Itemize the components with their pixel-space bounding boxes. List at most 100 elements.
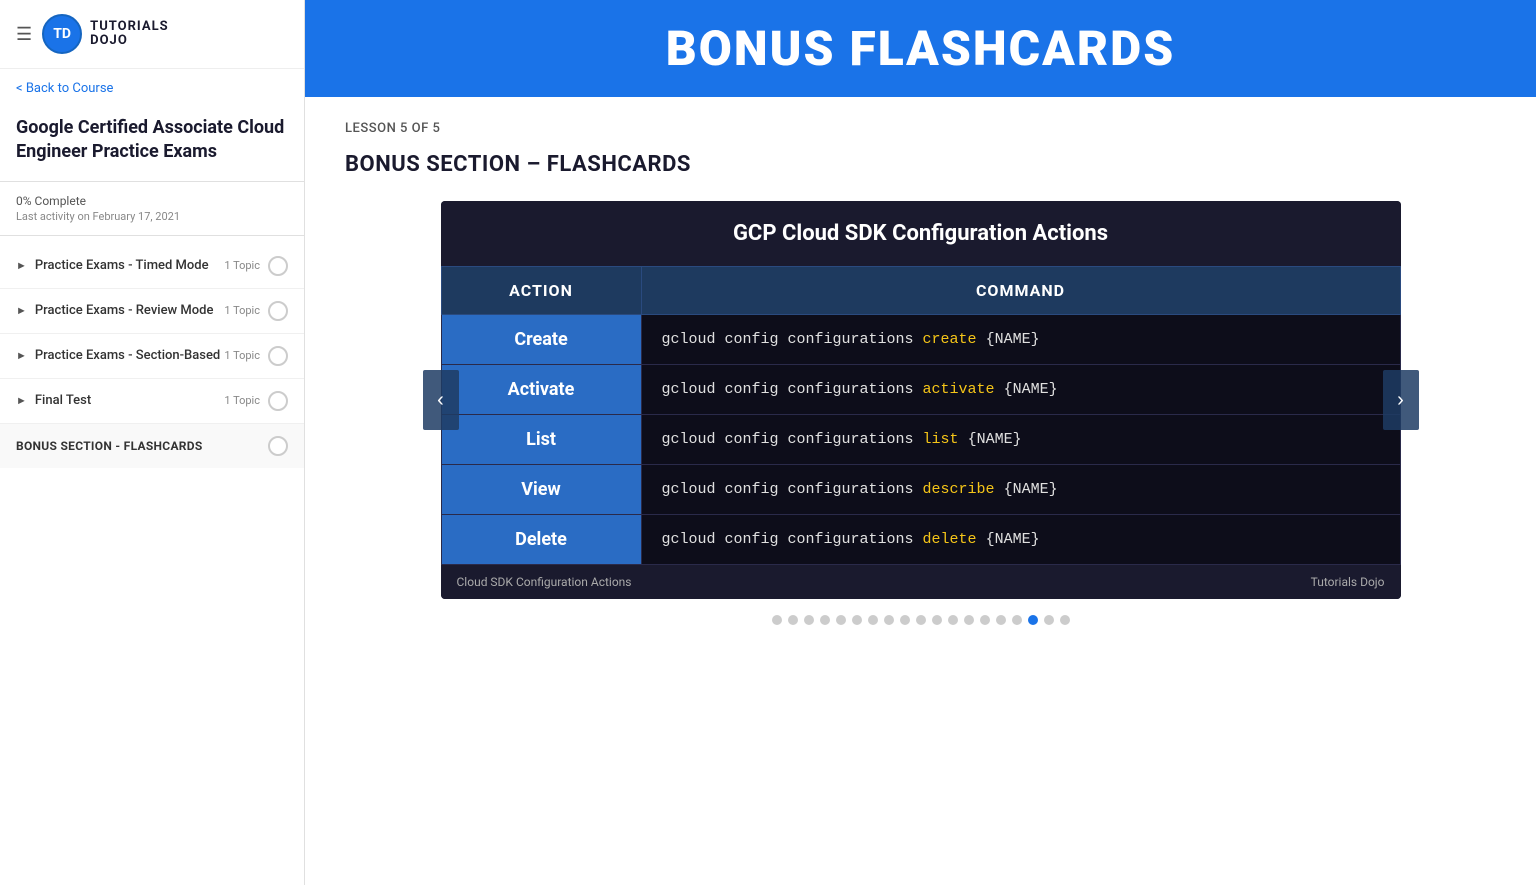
slide-dot[interactable]: [1012, 615, 1022, 625]
completion-checkbox[interactable]: [268, 301, 288, 321]
logo: TD TUTORIALS DOJO: [42, 14, 168, 54]
progress-percent: 0% Complete: [16, 194, 288, 208]
cmd-prefix: gcloud config configurations: [662, 531, 923, 548]
content-area: LESSON 5 OF 5 BONUS SECTION – FLASHCARDS…: [305, 97, 1536, 885]
course-title: Google Certified Associate Cloud Enginee…: [0, 108, 304, 182]
header-action: ACTION: [441, 267, 641, 315]
nav-item-right: 1 Topic: [224, 256, 288, 276]
table-row: View gcloud config configurations descri…: [441, 465, 1400, 515]
cmd-keyword: delete: [923, 531, 977, 548]
nav-item-right: 1 Topic: [224, 391, 288, 411]
cmd-prefix: gcloud config configurations: [662, 481, 923, 498]
chevron-right-icon: ►: [16, 394, 27, 407]
command-cell: gcloud config configurations list {NAME}: [641, 415, 1400, 465]
nav-item-title: Practice Exams - Timed Mode: [35, 258, 209, 273]
lesson-indicator: LESSON 5 OF 5: [345, 121, 1496, 136]
nav-item-left: ► Practice Exams - Timed Mode: [16, 258, 209, 273]
slide-dots: [345, 615, 1496, 625]
slide-dot[interactable]: [996, 615, 1006, 625]
slide-dot[interactable]: [852, 615, 862, 625]
flashcard-table: ACTION COMMAND Create gcloud config conf…: [441, 266, 1401, 565]
main-content: BONUS FLASHCARDS LESSON 5 OF 5 BONUS SEC…: [305, 0, 1536, 885]
command-cell: gcloud config configurations activate {N…: [641, 365, 1400, 415]
section-title: BONUS SECTION – FLASHCARDS: [345, 152, 1496, 177]
nav-item[interactable]: ► Final Test 1 Topic: [0, 379, 304, 424]
bonus-completion-checkbox[interactable]: [268, 436, 288, 456]
slide-dot[interactable]: [772, 615, 782, 625]
flashcard-title: GCP Cloud SDK Configuration Actions: [441, 201, 1401, 266]
cmd-keyword: describe: [923, 481, 995, 498]
sidebar: ☰ TD TUTORIALS DOJO < Back to Course Goo…: [0, 0, 305, 885]
topic-count: 1 Topic: [224, 304, 260, 317]
footer-left: Cloud SDK Configuration Actions: [457, 575, 632, 589]
slide-dot[interactable]: [868, 615, 878, 625]
cmd-suffix: {NAME}: [977, 531, 1040, 548]
hamburger-icon[interactable]: ☰: [16, 24, 32, 45]
nav-item-title: Practice Exams - Section-Based: [35, 348, 220, 363]
back-to-course-link[interactable]: < Back to Course: [0, 69, 304, 108]
logo-line2: DOJO: [90, 34, 168, 48]
nav-item[interactable]: ► Practice Exams - Section-Based 1 Topic: [0, 334, 304, 379]
slide-dot[interactable]: [964, 615, 974, 625]
slide-dot[interactable]: [948, 615, 958, 625]
completion-checkbox[interactable]: [268, 391, 288, 411]
slide-dot[interactable]: [788, 615, 798, 625]
slide-dot[interactable]: [804, 615, 814, 625]
table-row: List gcloud config configurations list {…: [441, 415, 1400, 465]
next-arrow[interactable]: ›: [1383, 370, 1419, 430]
bonus-section-nav-item[interactable]: BONUS SECTION - FLASHCARDS: [0, 424, 304, 468]
slide-dot[interactable]: [916, 615, 926, 625]
flashcard-inner: GCP Cloud SDK Configuration Actions ACTI…: [441, 201, 1401, 599]
action-cell: View: [441, 465, 641, 515]
topic-count: 1 Topic: [224, 394, 260, 407]
cmd-keyword: activate: [923, 381, 995, 398]
table-row: Delete gcloud config configurations dele…: [441, 515, 1400, 565]
slide-dot[interactable]: [980, 615, 990, 625]
slide-dot[interactable]: [1060, 615, 1070, 625]
cmd-prefix: gcloud config configurations: [662, 331, 923, 348]
cmd-suffix: {NAME}: [977, 331, 1040, 348]
sidebar-header: ☰ TD TUTORIALS DOJO: [0, 0, 304, 69]
slide-dot[interactable]: [884, 615, 894, 625]
cmd-suffix: {NAME}: [995, 381, 1058, 398]
nav-item[interactable]: ► Practice Exams - Timed Mode 1 Topic: [0, 244, 304, 289]
slide-dot[interactable]: [1028, 615, 1038, 625]
bonus-banner: BONUS FLASHCARDS: [305, 0, 1536, 97]
cmd-keyword: list: [923, 431, 959, 448]
table-row: Create gcloud config configurations crea…: [441, 315, 1400, 365]
logo-line1: TUTORIALS: [90, 20, 168, 34]
topic-count: 1 Topic: [224, 349, 260, 362]
nav-item-title: Final Test: [35, 393, 91, 408]
chevron-right-icon: ►: [16, 259, 27, 272]
nav-item-left: ► Practice Exams - Section-Based: [16, 348, 220, 363]
action-cell: Activate: [441, 365, 641, 415]
nav-item-left: ► Final Test: [16, 393, 91, 408]
cmd-prefix: gcloud config configurations: [662, 431, 923, 448]
slide-dot[interactable]: [900, 615, 910, 625]
nav-item-right: 1 Topic: [224, 346, 288, 366]
slide-dot[interactable]: [1044, 615, 1054, 625]
progress-last-activity: Last activity on February 17, 2021: [16, 210, 288, 223]
nav-item[interactable]: ► Practice Exams - Review Mode 1 Topic: [0, 289, 304, 334]
flashcard-footer: Cloud SDK Configuration Actions Tutorial…: [441, 565, 1401, 599]
completion-checkbox[interactable]: [268, 256, 288, 276]
completion-checkbox[interactable]: [268, 346, 288, 366]
prev-arrow[interactable]: ‹: [423, 370, 459, 430]
logo-text: TUTORIALS DOJO: [90, 20, 168, 49]
slide-dot[interactable]: [820, 615, 830, 625]
flashcard-container: ‹ GCP Cloud SDK Configuration Actions AC…: [441, 201, 1401, 599]
course-nav: ► Practice Exams - Timed Mode 1 Topic ► …: [0, 236, 304, 476]
header-command: COMMAND: [641, 267, 1400, 315]
banner-text: BONUS FLASHCARDS: [666, 20, 1176, 77]
slide-dot[interactable]: [836, 615, 846, 625]
cmd-suffix: {NAME}: [995, 481, 1058, 498]
action-cell: Create: [441, 315, 641, 365]
slide-dot[interactable]: [932, 615, 942, 625]
bonus-section-title: BONUS SECTION - FLASHCARDS: [16, 439, 203, 453]
table-row: Activate gcloud config configurations ac…: [441, 365, 1400, 415]
topic-count: 1 Topic: [224, 259, 260, 272]
cmd-prefix: gcloud config configurations: [662, 381, 923, 398]
flashcard: GCP Cloud SDK Configuration Actions ACTI…: [441, 201, 1401, 599]
nav-item-left: ► Practice Exams - Review Mode: [16, 303, 213, 318]
progress-section: 0% Complete Last activity on February 17…: [0, 182, 304, 236]
